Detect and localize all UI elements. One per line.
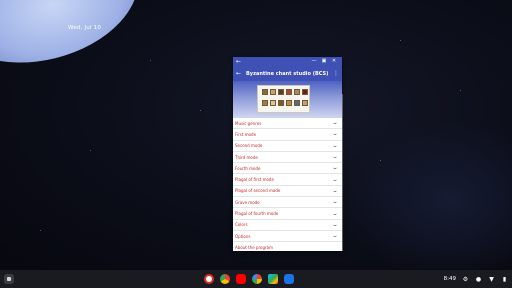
menu-item-music-genres[interactable]: Music genres ⌄ (233, 118, 342, 130)
chevron-down-icon: ⌄ (331, 187, 339, 194)
app-window: ← — ▣ ✕ ← Byzantine chant studio (BCS) ⋮… (233, 57, 342, 251)
menu-item-plagal-fourth-mode[interactable]: Plagal of fourth mode ⌄ (233, 208, 342, 220)
wallpaper-planet (0, 0, 153, 83)
desktop-date: Wed, Jul 10 (68, 25, 102, 31)
menu-item-first-mode[interactable]: First mode ⌄ (233, 129, 342, 141)
chevron-down-icon: ⌄ (331, 176, 339, 183)
play-store-icon[interactable] (268, 274, 278, 284)
system-shelf: 8:49 ⚙ ● ▼ ▮ (0, 270, 512, 288)
minimize-icon[interactable]: — (309, 57, 319, 66)
chevron-down-icon: ⌄ (331, 165, 339, 172)
menu-item-plagal-second-mode[interactable]: Plagal of second mode ⌄ (233, 186, 342, 198)
youtube-icon[interactable] (236, 274, 246, 284)
chrome-icon[interactable] (220, 274, 230, 284)
menu-item-second-mode[interactable]: Second mode ⌄ (233, 141, 342, 152)
menu-item-fourth-mode[interactable]: Fourth mode ⌄ (233, 163, 342, 175)
instruments-image (257, 85, 310, 113)
battery-icon: ▮ (502, 275, 507, 283)
app-title: Byzantine chant studio (BCS) (246, 70, 329, 77)
menu-item-options[interactable]: Options ⌄ (233, 231, 342, 243)
menu-item-colors[interactable]: Colors ⌄ (233, 220, 342, 231)
chevron-down-icon: ⌄ (331, 233, 339, 240)
status-area[interactable]: 8:49 ⚙ ● ▼ ▮ (444, 270, 508, 288)
launcher-icon (7, 277, 11, 281)
clock: 8:49 (443, 276, 456, 282)
chevron-down-icon: ⌄ (331, 142, 339, 149)
chevron-down-icon: ⌄ (331, 221, 339, 228)
chevron-down-icon: ⌄ (331, 131, 339, 138)
gmail-icon[interactable] (204, 274, 214, 284)
chevron-down-icon: ⌄ (331, 154, 339, 161)
settings-icon: ⚙ (462, 275, 469, 283)
app-toolbar: ← Byzantine chant studio (BCS) ⋮ (233, 66, 342, 81)
launcher-button[interactable] (4, 274, 14, 284)
back-arrow-icon[interactable]: ← (236, 70, 246, 77)
window-titlebar[interactable]: ← — ▣ ✕ (233, 57, 342, 66)
maximize-icon[interactable]: ▣ (319, 57, 329, 66)
do-not-disturb-icon: ● (475, 275, 482, 283)
files-icon[interactable] (284, 274, 294, 284)
menu-item-third-mode[interactable]: Third mode ⌄ (233, 152, 342, 164)
chevron-down-icon: ⌄ (331, 210, 339, 217)
menu-item-plagal-first-mode[interactable]: Plagal of first mode ⌄ (233, 174, 342, 186)
menu-item-grave-mode[interactable]: Grave mode ⌄ (233, 197, 342, 209)
wifi-icon: ▼ (489, 275, 494, 283)
chevron-down-icon: ⌄ (331, 199, 339, 206)
chevron-down-icon: ⌄ (331, 120, 339, 127)
close-icon[interactable]: ✕ (329, 57, 339, 66)
mode-menu-list: Music genres ⌄ First mode ⌄ Second mode ⌄ T… (233, 118, 342, 251)
header-banner (233, 81, 342, 118)
photos-icon[interactable] (252, 274, 262, 284)
arrow-left-icon[interactable]: ← (236, 57, 241, 66)
overflow-menu-icon[interactable]: ⋮ (333, 70, 339, 77)
menu-item-about[interactable]: About the program (233, 242, 342, 251)
